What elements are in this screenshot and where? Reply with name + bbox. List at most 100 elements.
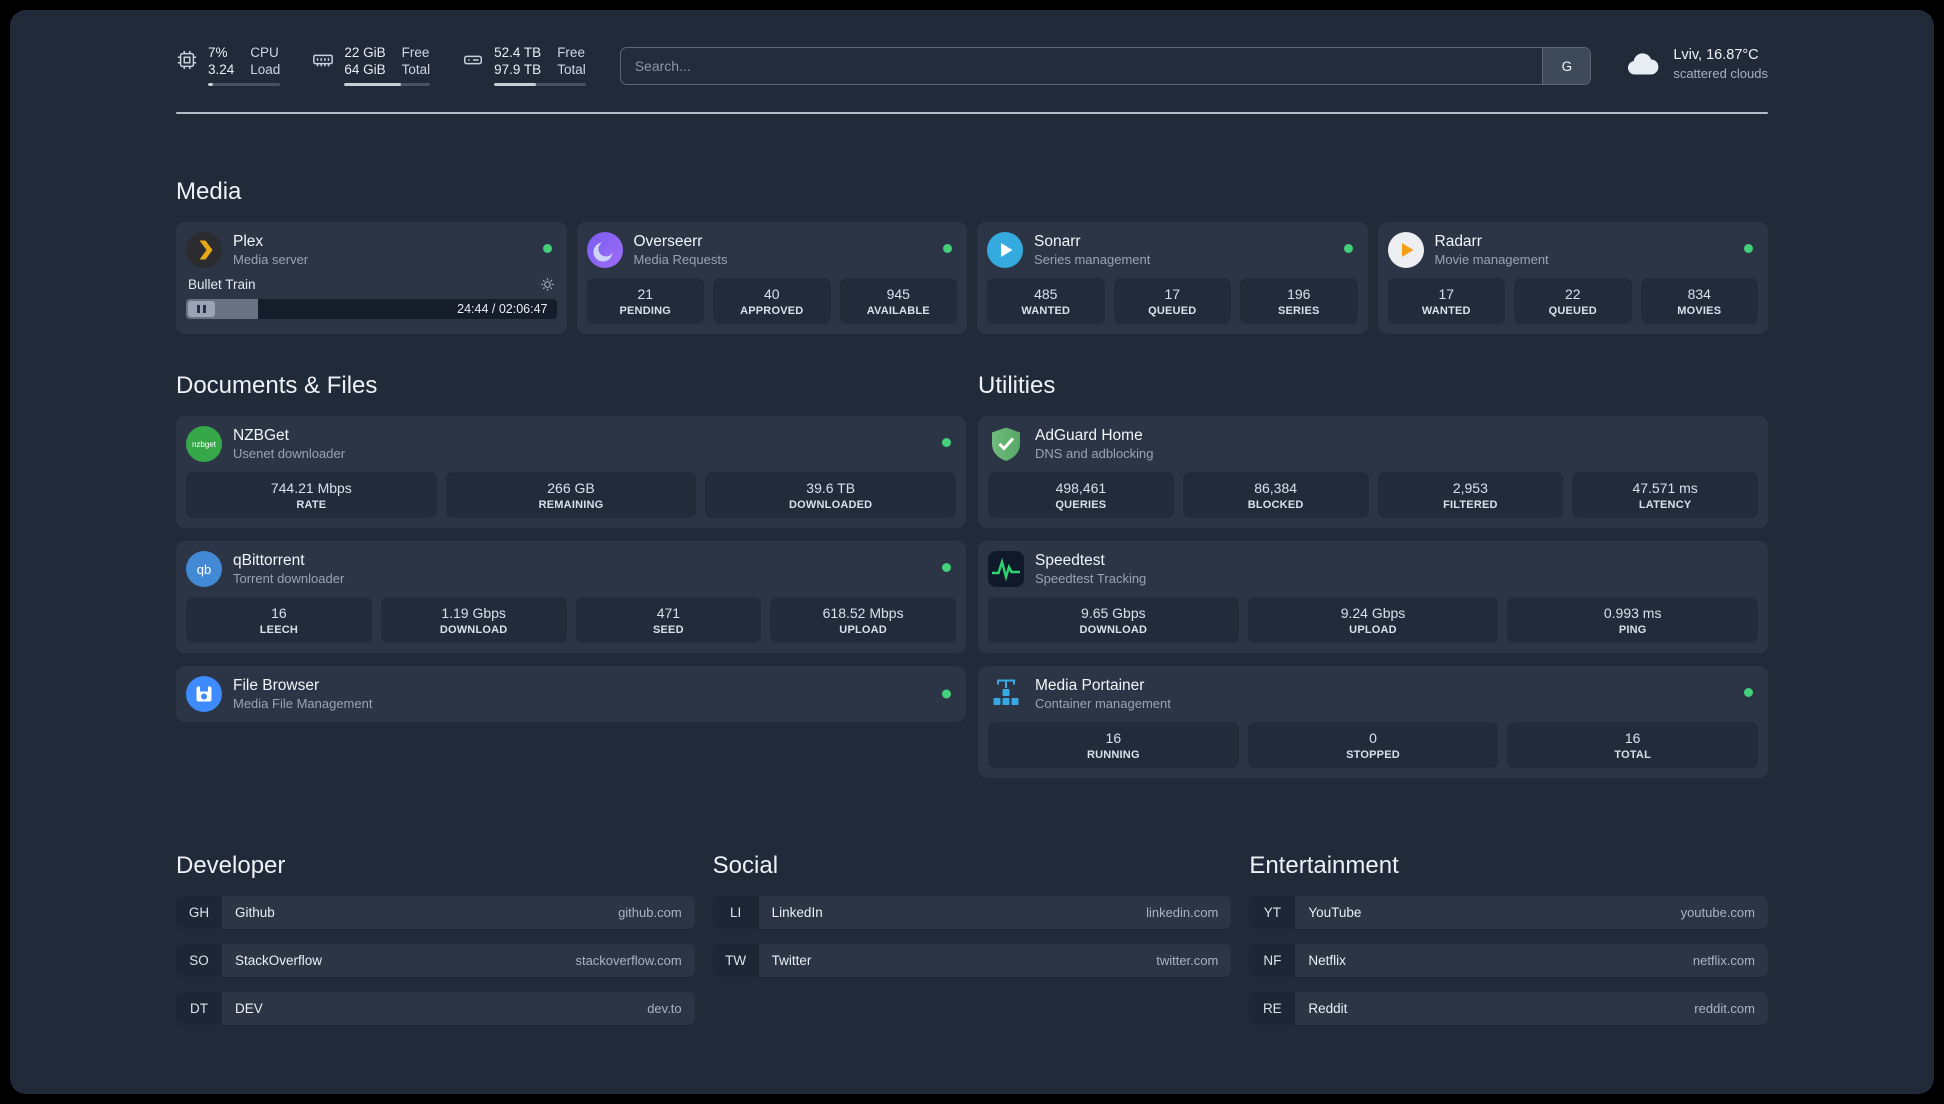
svg-text:qb: qb [197, 562, 211, 577]
service-subtitle: DNS and adblocking [1035, 446, 1154, 461]
section-title-media: Media [176, 178, 242, 205]
plex-icon [186, 232, 222, 268]
search-input[interactable] [620, 48, 1543, 84]
bookmark-group-title: Entertainment [1249, 852, 1399, 879]
dashboard: 7% CPU 3.24 Load 22 GiB Free 64 GiB Tota… [10, 10, 1934, 1094]
portainer-icon [988, 676, 1024, 712]
section-title-utilities: Utilities [978, 372, 1056, 399]
bookmark-url: linkedin.com [1146, 905, 1219, 920]
stat-downloaded: 39.6 TB DOWNLOADED [705, 472, 957, 518]
documents-section: Documents & Files nzbget NZBGet Usenet d… [176, 372, 966, 778]
disk-free-label: Free [557, 45, 585, 60]
cpu-load-label: Load [250, 62, 281, 77]
radarr-icon [1387, 232, 1424, 268]
service-stats: 16 RUNNING 0 STOPPED 16 TOTAL [988, 722, 1759, 768]
disk-usage-bar [494, 83, 586, 86]
service-subtitle: Usenet downloader [233, 446, 346, 461]
service-card-adguard[interactable]: AdGuard Home DNS and adblocking 498,461 Q… [978, 416, 1768, 528]
stat-approved: 40 APPROVED [713, 278, 831, 324]
service-title: File Browser [233, 677, 320, 694]
service-title: Overseerr [633, 233, 703, 250]
cpu-load-value: 3.24 [208, 62, 235, 77]
stat-blocked: 86,384 BLOCKED [1182, 472, 1369, 518]
service-card-filebrowser[interactable]: File Browser Media File Management [176, 666, 966, 722]
gear-icon[interactable] [540, 277, 555, 292]
bookmark-github[interactable]: GH Github github.com [176, 896, 695, 929]
service-card-speedtest[interactable]: Speedtest Speedtest Tracking 9.65 Gbps DO… [978, 541, 1768, 653]
service-card-overseerr[interactable]: Overseerr Media Requests 21 PENDING 40 APP… [576, 222, 967, 334]
bookmark-netflix[interactable]: NF Netflix netflix.com [1249, 944, 1768, 977]
bookmark-label: LinkedIn [771, 905, 823, 920]
stat-series: 196 SERIES [1240, 278, 1358, 324]
stat-remaining: 266 GB REMAINING [445, 472, 697, 518]
service-title: NZBGet [233, 427, 289, 444]
status-dot [1343, 244, 1353, 253]
service-title: Media Portainer [1035, 677, 1145, 694]
service-subtitle: Movie management [1434, 252, 1549, 267]
service-card-sonarr[interactable]: Sonarr Series management 485 WANTED 17 QUE… [977, 222, 1368, 334]
service-card-qbittorrent[interactable]: qb qBittorrent Torrent downloader 16 LEEC… [176, 541, 966, 653]
pause-button[interactable] [188, 301, 215, 317]
service-stats: 17 WANTED 22 QUEUED 834 MOVIES [1387, 278, 1758, 324]
overseerr-icon [586, 232, 623, 268]
cpu-widget: 7% CPU 3.24 Load [176, 44, 281, 86]
stat-download: 1.19 Gbps DOWNLOAD [380, 597, 567, 643]
bookmark-url: github.com [618, 905, 682, 920]
weather-location: Lviv, 16.87°C [1673, 47, 1759, 63]
service-title: qBittorrent [233, 552, 305, 569]
service-stats: 21 PENDING 40 APPROVED 945 AVAILABLE [586, 278, 957, 324]
service-card-radarr[interactable]: Radarr Movie management 17 WANTED 22 QUEUE… [1377, 222, 1768, 334]
weather-widget: Lviv, 16.87°C scattered clouds [1625, 46, 1768, 82]
stat-seed: 471 SEED [575, 597, 762, 643]
bookmark-label: Twitter [771, 953, 812, 968]
stat-ping: 0.993 ms PING [1507, 597, 1759, 643]
search-provider-button[interactable]: G [1542, 48, 1591, 84]
memory-total-value: 64 GiB [344, 62, 386, 77]
stat-queued: 17 QUEUED [1113, 278, 1231, 324]
service-stats: 485 WANTED 17 QUEUED 196 SERIES [987, 278, 1358, 324]
bookmark-label: Github [235, 905, 275, 920]
bookmark-linkedin[interactable]: LI LinkedIn linkedin.com [712, 896, 1232, 929]
svg-text:nzbget: nzbget [192, 440, 217, 449]
disk-widget: 52.4 TB Free 97.9 TB Total [462, 44, 586, 86]
speedtest-icon [988, 551, 1024, 587]
service-title: Radarr [1434, 233, 1482, 250]
stat-wanted: 485 WANTED [987, 278, 1105, 324]
bookmark-twitter[interactable]: TW Twitter twitter.com [712, 944, 1232, 977]
cpu-usage-label: CPU [250, 45, 279, 60]
bookmark-url: twitter.com [1156, 953, 1219, 968]
bookmark-group-title: Social [712, 852, 779, 879]
service-card-nzbget[interactable]: nzbget NZBGet Usenet downloader 744.21 M… [176, 416, 966, 528]
stat-upload: 9.24 Gbps UPLOAD [1247, 597, 1499, 643]
service-card-portainer[interactable]: Media Portainer Container management 16 R… [978, 666, 1768, 778]
cpu-usage-value: 7% [208, 45, 228, 60]
status-dot [943, 244, 952, 253]
cpu-usage-bar [208, 83, 281, 86]
service-subtitle: Series management [1034, 252, 1151, 267]
service-stats: 16 LEECH 1.19 Gbps DOWNLOAD 471 SEED 618.52… [186, 597, 956, 643]
service-subtitle: Media server [233, 252, 309, 267]
bookmark-reddit[interactable]: RE Reddit reddit.com [1249, 992, 1768, 1025]
qbittorrent-icon: qb [186, 551, 222, 587]
service-title: Sonarr [1034, 233, 1081, 250]
bookmark-group-social: Social LI LinkedIn linkedin.com TW Twitte… [712, 852, 1232, 1040]
service-subtitle: Speedtest Tracking [1035, 571, 1147, 586]
memory-free-value: 22 GiB [344, 45, 386, 60]
bookmark-group-title: Developer [176, 852, 286, 879]
bookmark-group-entertainment: Entertainment YT YouTube youtube.com NF N… [1249, 852, 1768, 1040]
stat-total: 16 TOTAL [1507, 722, 1759, 768]
stat-leech: 16 LEECH [186, 597, 372, 643]
search-bar: G [619, 47, 1592, 85]
bookmark-url: stackoverflow.com [575, 953, 682, 968]
section-title-documents: Documents & Files [176, 372, 378, 399]
service-title: AdGuard Home [1035, 427, 1143, 444]
cpu-icon [176, 49, 198, 86]
playback-progress-bar[interactable]: 24:44 / 02:06:47 [186, 299, 557, 319]
service-card-plex[interactable]: Plex Media server Bullet Train 24:44 / 0… [176, 222, 567, 334]
disk-total-label: Total [557, 62, 586, 77]
bookmark-dev[interactable]: DT DEV dev.to [176, 992, 695, 1025]
media-section: Plex Media server Bullet Train 24:44 / 0… [176, 222, 1768, 334]
bookmark-stackoverflow[interactable]: SO StackOverflow stackoverflow.com [176, 944, 695, 977]
bookmark-youtube[interactable]: YT YouTube youtube.com [1249, 896, 1768, 929]
memory-usage-bar [344, 83, 431, 86]
